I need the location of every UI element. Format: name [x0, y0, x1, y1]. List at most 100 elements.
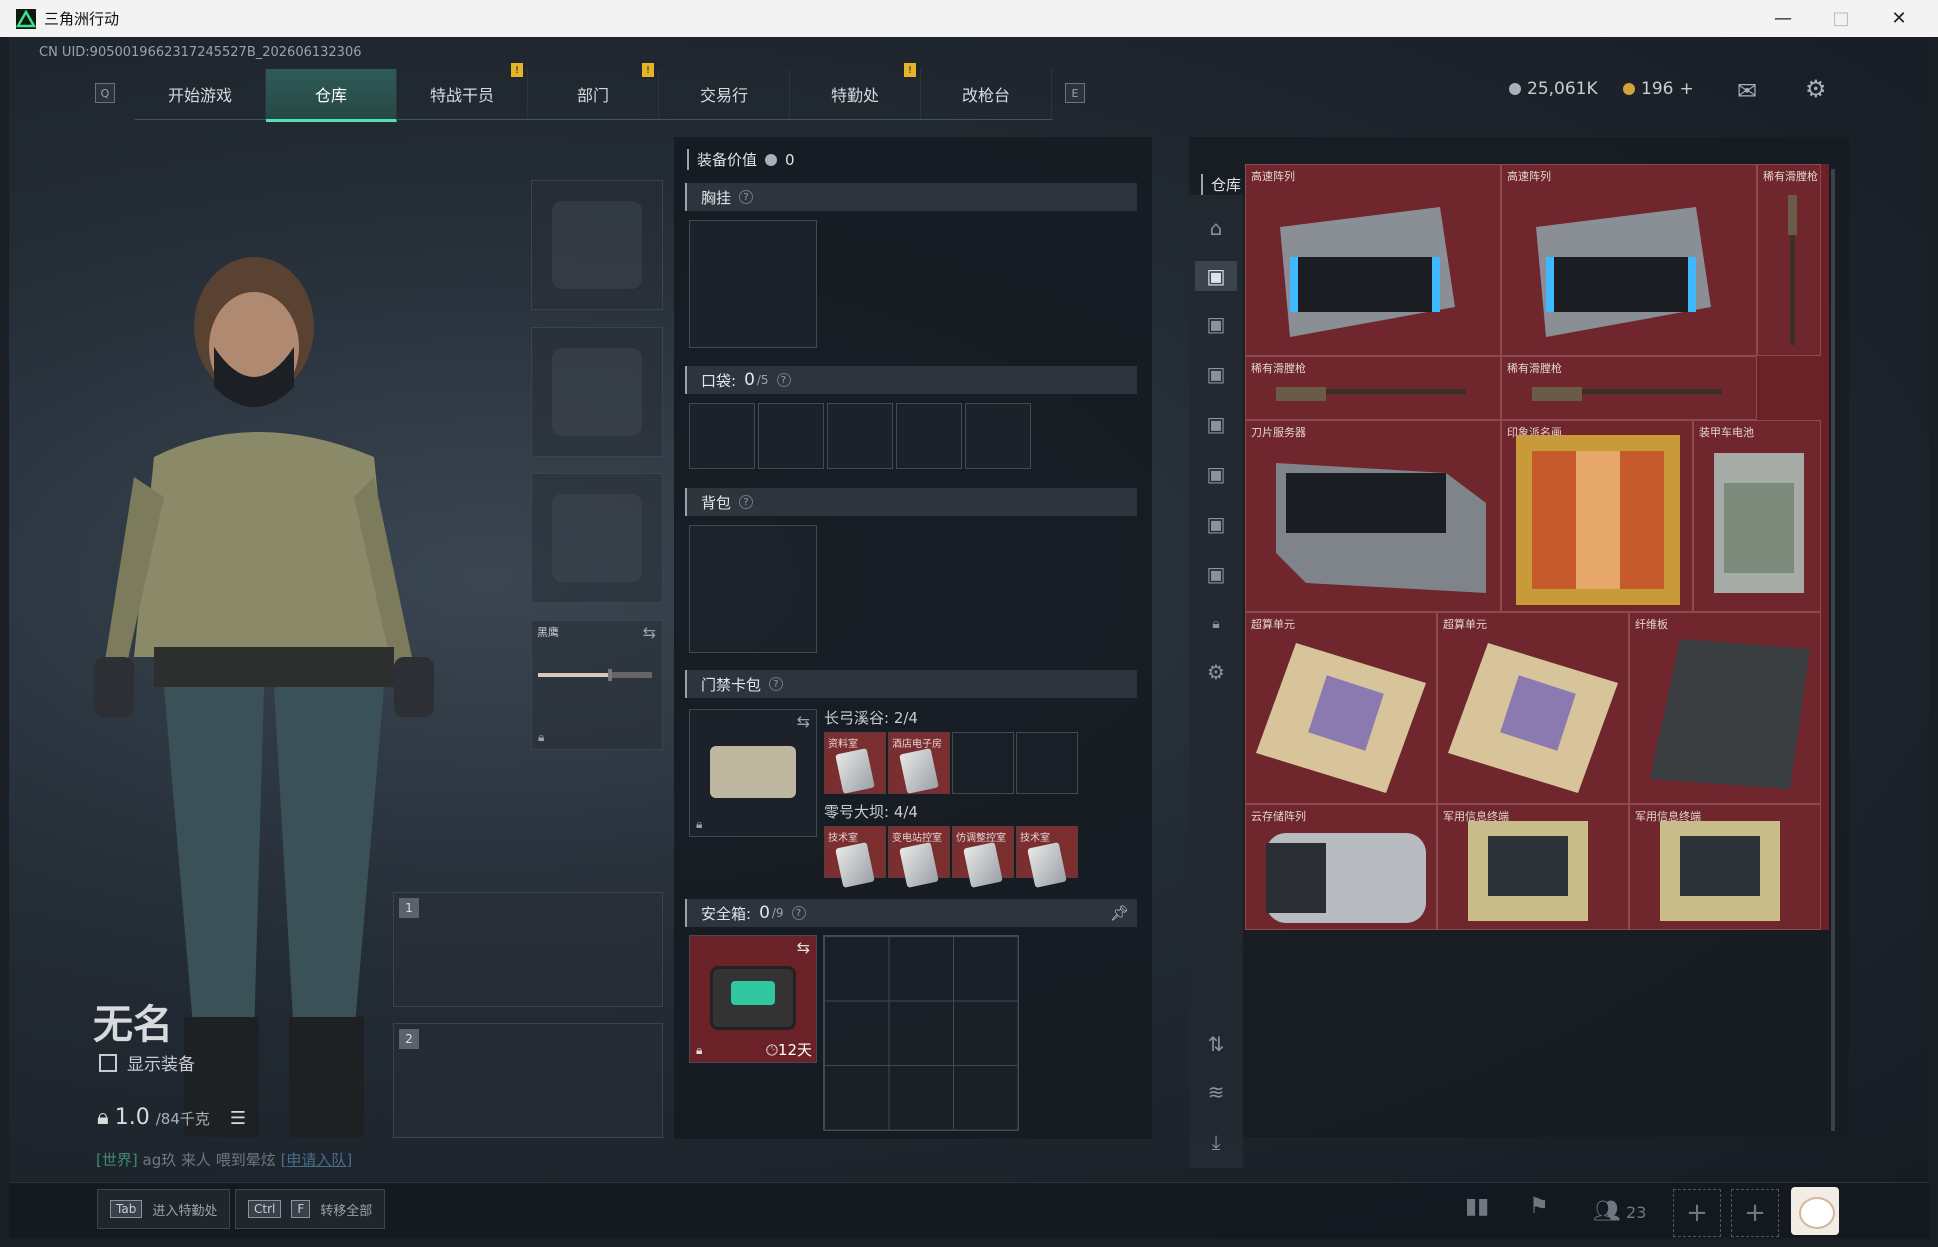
flag-icon[interactable]: ⚑	[1529, 1194, 1549, 1219]
warehouse-home-icon[interactable]: ⌂	[1201, 213, 1231, 243]
safe-box-slot[interactable]: ⇆ 🔒︎ 🕒︎12天	[689, 935, 817, 1063]
key-hint-q[interactable]: Q	[95, 83, 115, 103]
warehouse-item[interactable]: 纤维板	[1629, 612, 1821, 804]
close-button[interactable]: ✕	[1870, 0, 1928, 37]
organize-icon[interactable]: ⤓	[1201, 1127, 1231, 1157]
warehouse-page-icon[interactable]: ▣	[1201, 309, 1231, 339]
warehouse-item[interactable]: 高速阵列	[1501, 164, 1757, 356]
pocket-slot[interactable]	[827, 403, 893, 469]
tab-start-game[interactable]: 开始游戏	[135, 69, 266, 119]
mail-icon[interactable]: ✉	[1737, 77, 1757, 105]
warehouse-item[interactable]: 印象派名画	[1501, 420, 1693, 612]
keycard-item[interactable]: 资料室	[824, 732, 886, 794]
backpack-header: 背包?	[685, 488, 1137, 516]
minimize-button[interactable]: —	[1754, 0, 1812, 37]
list-icon[interactable]: ☰	[230, 1108, 246, 1129]
warehouse-page-icon[interactable]: ▣	[1201, 559, 1231, 589]
warehouse-item[interactable]: 云存储阵列	[1245, 804, 1437, 930]
invite-slot-button[interactable]: +	[1673, 1189, 1721, 1237]
warehouse-item[interactable]: 稀有滑膛枪	[1501, 356, 1757, 420]
pocket-slot[interactable]	[689, 403, 755, 469]
keycard-header: 门禁卡包?	[685, 670, 1137, 698]
armor-icon	[552, 348, 642, 436]
warehouse-item[interactable]: 装甲车电池	[1693, 420, 1821, 612]
show-equipment-toggle[interactable]: 显示装备	[99, 1050, 195, 1075]
pocket-slot[interactable]	[758, 403, 824, 469]
compute-unit-icon	[1448, 643, 1618, 793]
backpack-slot[interactable]	[689, 525, 817, 653]
join-team-link[interactable]: [申请入队]	[281, 1151, 353, 1169]
silver-coin-icon	[1509, 83, 1521, 95]
armor-slot[interactable]	[531, 327, 663, 457]
help-icon[interactable]: ?	[791, 906, 806, 920]
military-terminal-icon	[1660, 821, 1780, 921]
compute-unit-icon	[1256, 643, 1426, 793]
knife-icon	[538, 669, 652, 681]
keycard-empty-slot[interactable]	[952, 732, 1014, 794]
gear-icon[interactable]: ⚙	[1805, 75, 1827, 103]
gear-icon[interactable]: ⚙	[1201, 657, 1231, 687]
keycard-empty-slot[interactable]	[1016, 732, 1078, 794]
keycard-item[interactable]: 技术室	[1016, 826, 1078, 888]
keycard-case-slot[interactable]: ⇆ 🔒︎	[689, 709, 817, 837]
warehouse-item[interactable]: 军用信息终端	[1629, 804, 1821, 930]
warehouse-item[interactable]: 超算单元	[1437, 612, 1629, 804]
help-icon[interactable]: ?	[769, 677, 784, 691]
warehouse-item[interactable]: 刀片服务器	[1245, 420, 1501, 612]
keycard-item[interactable]: 仿调整控室	[952, 826, 1014, 888]
helmet-slot[interactable]	[531, 180, 663, 310]
tab-gunsmith[interactable]: 改枪台	[921, 69, 1052, 119]
tab-operators[interactable]: 特战干员!	[397, 63, 528, 119]
pocket-slot[interactable]	[965, 403, 1031, 469]
tab-warehouse[interactable]: 仓库	[266, 69, 397, 122]
primary-weapon-slot[interactable]: 1	[393, 892, 663, 1007]
top-navigation: 开始游戏 仓库 特战干员! 部门! 交易行 特勤处! 改枪台	[135, 63, 1052, 122]
keycard-item[interactable]: 技术室	[824, 826, 886, 888]
sort-icon[interactable]: ⇅	[1201, 1029, 1231, 1059]
maximize-button[interactable]: □	[1812, 0, 1870, 37]
lock-icon: 🔒︎	[538, 730, 545, 744]
lock-icon[interactable]: 🔒︎	[1201, 609, 1231, 639]
avatar[interactable]	[1791, 1187, 1839, 1235]
safe-box-header: 安全箱: 0/9 ? 📌︎	[685, 899, 1137, 927]
add-gold-button[interactable]: +	[1679, 79, 1693, 99]
pin-icon[interactable]: 📌︎	[1110, 904, 1129, 922]
warehouse-scrollbar[interactable]	[1831, 169, 1835, 1131]
layers-icon[interactable]: ≋	[1201, 1077, 1231, 1107]
friends-button[interactable]: 👥︎ 23	[1593, 1199, 1646, 1224]
warehouse-page-icon[interactable]: ▣	[1195, 261, 1237, 291]
enter-special-ops-button[interactable]: Tab 进入特勤处	[97, 1189, 231, 1229]
warehouse-item[interactable]: 稀有滑膛枪	[1245, 356, 1501, 420]
warehouse-item[interactable]: 高速阵列	[1245, 164, 1501, 356]
warehouse-page-icon[interactable]: ▣	[1201, 409, 1231, 439]
warehouse-page-icon[interactable]: ▣	[1201, 509, 1231, 539]
help-icon[interactable]: ?	[739, 495, 754, 509]
warehouse-item[interactable]: 超算单元	[1245, 612, 1437, 804]
pocket-slot[interactable]	[896, 403, 962, 469]
warehouse-page-icon[interactable]: ▣	[1201, 359, 1231, 389]
chest-rig-slot[interactable]	[689, 220, 817, 348]
swap-icon[interactable]: ⇆	[797, 712, 810, 731]
invite-slot-button[interactable]: +	[1731, 1189, 1779, 1237]
transfer-all-button[interactable]: Ctrl F 转移全部	[235, 1189, 386, 1229]
tab-trade[interactable]: 交易行	[659, 69, 790, 119]
help-icon[interactable]: ?	[776, 373, 791, 387]
warehouse-page-icon[interactable]: ▣	[1201, 459, 1231, 489]
help-icon[interactable]: ?	[739, 190, 754, 204]
warehouse-item[interactable]: 军用信息终端	[1437, 804, 1629, 930]
checkbox[interactable]	[99, 1053, 117, 1072]
keycard-item[interactable]: 酒店电子房	[888, 732, 950, 794]
swap-icon[interactable]: ⇆	[643, 623, 656, 642]
stats-icon[interactable]: ▮▮	[1465, 1194, 1489, 1219]
keycard-item[interactable]: 变电站控室	[888, 826, 950, 888]
safe-box-grid[interactable]	[823, 935, 1019, 1131]
key-hint-e[interactable]: E	[1065, 83, 1085, 103]
warehouse-item[interactable]: 稀有滑膛枪	[1757, 164, 1821, 356]
melee-slot[interactable]: 黑鹰 ⇆ 🔒︎	[531, 620, 663, 750]
secondary-weapon-slot[interactable]: 2	[393, 1023, 663, 1138]
tab-special-ops[interactable]: 特勤处!	[790, 63, 921, 119]
blade-server-icon	[1276, 463, 1486, 593]
pistol-slot[interactable]	[531, 473, 663, 603]
swap-icon[interactable]: ⇆	[797, 938, 810, 957]
tab-department[interactable]: 部门!	[528, 63, 659, 119]
